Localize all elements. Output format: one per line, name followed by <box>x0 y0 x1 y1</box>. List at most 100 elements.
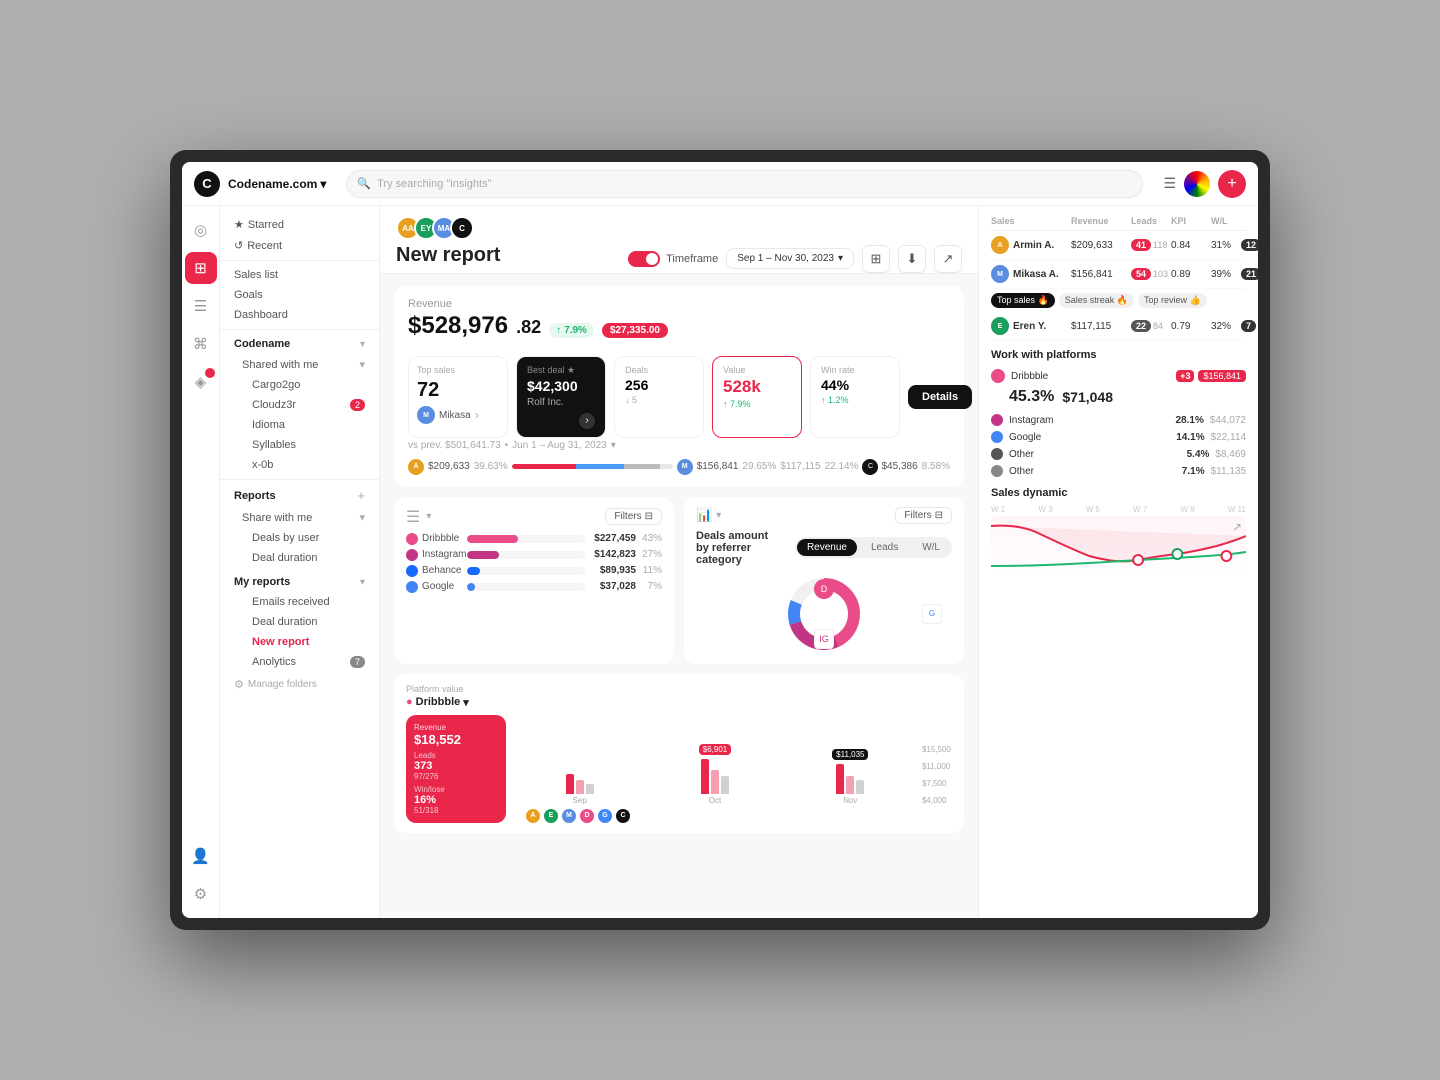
chart-dropdown-icon[interactable]: ▾ <box>716 510 721 521</box>
google-bar <box>467 583 475 591</box>
avatar-c: C <box>450 216 474 240</box>
av-2: E <box>544 809 558 823</box>
emails-received-item[interactable]: Emails received <box>220 592 379 612</box>
sales-section: Sales Revenue Leads KPI W/L A Armin A. <box>991 216 1246 341</box>
armin-sales-row: A Armin A. $209,633 41 118 0.84 31% 12 2… <box>991 231 1246 260</box>
logo: C <box>194 171 220 197</box>
other2-platform-dot <box>991 465 1003 477</box>
other-platform-row: Other 5.4% $8,469 <box>991 448 1246 460</box>
platform-name-btn[interactable]: ● Dribbble ▾ <box>406 696 506 709</box>
deals-filters-btn[interactable]: Filters ⊟ <box>895 507 952 524</box>
dribbble-platform-block: Dribbble +3 $156,841 45.3% $71,048 <box>991 369 1246 406</box>
deals-card: Deals 256 ↓ 5 <box>614 356 704 438</box>
expand-my-reports[interactable]: ▾ <box>360 577 365 588</box>
tags-row: Top sales 🔥 Sales streak 🔥 Top review 👍 <box>991 293 1246 308</box>
tab-leads[interactable]: Leads <box>861 539 908 556</box>
instagram-platform-row: Instagram 28.1% $44,072 <box>991 414 1246 426</box>
dribbble-amount-large: $71,048 <box>1062 389 1113 405</box>
arrow-right-icon: › <box>475 408 479 422</box>
details-button[interactable]: Details <box>908 385 972 409</box>
google-dot <box>406 581 418 593</box>
revenue-sub: vs prev. $501,641.73 • Jun 1 – Aug 31, 2… <box>408 440 950 451</box>
cargo2go-item[interactable]: Cargo2go <box>220 375 379 395</box>
filter-settings-btn[interactable]: ⊞ <box>862 245 890 273</box>
progress-red <box>512 464 576 469</box>
date-range-btn[interactable]: Sep 1 – Nov 30, 2023 ▾ <box>726 248 854 269</box>
behance-dot <box>406 565 418 577</box>
add-button[interactable]: + <box>1218 170 1246 198</box>
syllables-item[interactable]: Syllables <box>220 435 379 455</box>
filter-icon: ⊟ <box>645 511 653 522</box>
nov-amount-badge: $11,035 <box>832 749 868 760</box>
new-report-item[interactable]: New report <box>220 632 379 652</box>
mikasa-avatar: M <box>417 406 435 424</box>
sidebar-icon-charts[interactable]: ⊞ <box>185 252 217 284</box>
idioma-item[interactable]: Idioma <box>220 415 379 435</box>
armin-mini-av: A <box>991 236 1009 254</box>
sep-bar-2 <box>576 780 584 794</box>
sidebar-icon-bookmark[interactable]: ◈ <box>185 366 217 398</box>
expand-chart-icon[interactable]: ↗ <box>1232 520 1242 534</box>
progress-light <box>660 464 673 469</box>
tab-wl[interactable]: W/L <box>912 539 950 556</box>
armin-leads-badge: 41 <box>1131 239 1151 251</box>
deals-by-user-item[interactable]: Deals by user <box>220 528 379 548</box>
anolytics-badge: 7 <box>350 656 365 668</box>
anolytics-item[interactable]: Anolytics 7 <box>220 652 379 672</box>
arrow-dark-icon: › <box>579 413 595 429</box>
deal-duration-shared-item[interactable]: Deal duration <box>220 548 379 568</box>
dribbble-row: Dribbble $227,459 43% <box>406 533 662 545</box>
platform-dropdown-icon: ▾ <box>463 696 469 709</box>
work-platforms-section: Work with platforms Dribbble +3 $156,841 <box>991 349 1246 477</box>
top-review-tag[interactable]: Top review 👍 <box>1138 293 1207 308</box>
tab-revenue[interactable]: Revenue <box>797 539 857 556</box>
download-btn[interactable]: ⬇ <box>898 245 926 273</box>
report-title: New report <box>396 244 500 267</box>
dribbble-donut-icon: D <box>814 579 834 599</box>
shared-with-me-item[interactable]: Shared with me ▾ <box>220 354 379 375</box>
starred-item[interactable]: ★Starred <box>220 214 379 235</box>
x0b-item[interactable]: x-0b <box>220 455 379 475</box>
top-sales-tag[interactable]: Top sales 🔥 <box>991 293 1055 308</box>
sidebar-icon-settings[interactable]: ⚙ <box>185 878 217 910</box>
sidebar-icon-command[interactable]: ⌘ <box>185 328 217 360</box>
goals-item[interactable]: Goals <box>220 285 379 305</box>
codename-label: Codename <box>234 338 290 350</box>
share-btn[interactable]: ↗ <box>934 245 962 273</box>
charts-grid: ☰ ▾ Filters ⊟ <box>394 497 964 664</box>
search-icon: 🔍 <box>357 177 371 190</box>
dashboard-item[interactable]: Dashboard <box>220 305 379 325</box>
manage-folders-btn[interactable]: ⚙ Manage folders <box>220 672 379 697</box>
nov-bar-1 <box>836 764 844 794</box>
donut-chart: D G IG <box>696 574 952 654</box>
sales-streak-tag[interactable]: Sales streak 🔥 <box>1059 293 1134 308</box>
share-with-me-sub[interactable]: Share with me ▾ <box>220 507 379 528</box>
filters-button[interactable]: Filters ⊟ <box>605 508 662 525</box>
cloudz3r-item[interactable]: Cloudz3r 2 <box>220 395 379 415</box>
sidebar-icon-docs[interactable]: ☰ <box>185 290 217 322</box>
icon-sidebar: ◎ ⊞ ☰ ⌘ ◈ 👤 ⚙ <box>182 206 220 918</box>
oct-bar-3 <box>721 776 729 794</box>
dropdown-icon[interactable]: ▾ <box>426 511 431 522</box>
sales-list-item[interactable]: Sales list <box>220 265 379 285</box>
theme-icon[interactable] <box>1184 171 1210 197</box>
eren-leads-badge: 22 <box>1131 320 1151 332</box>
brand-name[interactable]: Codename.com ▾ <box>228 177 326 191</box>
my-reports-label: My reports <box>234 576 290 588</box>
expand-codename[interactable]: ▾ <box>360 339 365 350</box>
recent-item[interactable]: ↺Recent <box>220 235 379 256</box>
sidebar-icon-home[interactable]: ◎ <box>185 214 217 246</box>
sidebar-icon-user[interactable]: 👤 <box>185 840 217 872</box>
other-platform-dot <box>991 448 1003 460</box>
av-3: M <box>562 809 576 823</box>
platform-info: Platform value ● Dribbble ▾ Revenue $18,… <box>406 684 506 823</box>
instagram-dot <box>406 549 418 561</box>
hamburger-chart-icon: ☰ <box>406 507 420 527</box>
progress-blue <box>576 464 624 469</box>
deal-duration-item[interactable]: Deal duration <box>220 612 379 632</box>
chevron-down-icon: ▾ <box>838 253 843 264</box>
search-bar[interactable]: 🔍 Try searching "insights" <box>346 170 1143 198</box>
hamburger-icon[interactable]: ☰ <box>1163 175 1176 192</box>
timeframe-switch[interactable] <box>628 251 660 267</box>
add-report-btn[interactable]: + <box>357 488 365 503</box>
